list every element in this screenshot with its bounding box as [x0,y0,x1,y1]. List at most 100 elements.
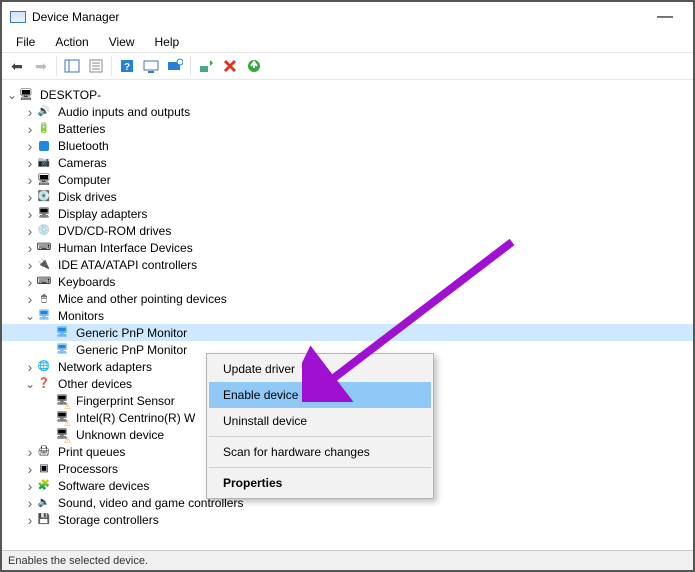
menu-help[interactable]: Help [147,33,188,51]
uninstall-button[interactable] [219,55,241,77]
menu-uninstall-device[interactable]: Uninstall device [209,408,431,434]
storage-icon [36,512,52,528]
tree-root[interactable]: DESKTOP- [2,86,693,103]
network-icon [36,359,52,375]
monitor-icon [36,308,52,324]
expand-icon[interactable] [24,447,36,457]
menubar: File Action View Help [2,32,693,52]
tree-item-display[interactable]: Display adapters [2,205,693,222]
show-hide-console-button[interactable] [61,55,83,77]
item-label: Software devices [56,479,151,493]
item-label: Computer [56,173,113,187]
collapse-icon[interactable] [24,311,36,321]
help-button[interactable]: ? [116,55,138,77]
tree-item-bluetooth[interactable]: Bluetooth [2,137,693,154]
forward-button[interactable]: ➡ [30,55,52,77]
ide-icon [36,257,52,273]
expand-icon[interactable] [24,498,36,508]
tree-item-batteries[interactable]: Batteries [2,120,693,137]
update-driver-button[interactable] [195,55,217,77]
expand-icon[interactable] [24,226,36,236]
expand-icon[interactable] [24,464,36,474]
dvd-icon [36,223,52,239]
toolbar: ⬅ ➡ ? [2,52,693,80]
software-icon [36,478,52,494]
item-label: Other devices [56,377,134,391]
menu-update-driver[interactable]: Update driver [209,356,431,382]
item-label: Mice and other pointing devices [56,292,229,306]
disk-icon [36,189,52,205]
expand-icon[interactable] [24,107,36,117]
item-label: Generic PnP Monitor [74,343,189,357]
hid-icon [36,240,52,256]
expand-icon[interactable] [24,158,36,168]
item-label: Disk drives [56,190,119,204]
camera-icon [36,155,52,171]
window-title: Device Manager [32,10,645,24]
expand-icon[interactable] [24,141,36,151]
item-label: Bluetooth [56,139,111,153]
menu-action[interactable]: Action [47,33,96,51]
expand-icon[interactable] [24,243,36,253]
expand-icon[interactable] [6,90,18,100]
tree-item-keyboards[interactable]: Keyboards [2,273,693,290]
expand-icon[interactable] [24,192,36,202]
expand-icon[interactable] [24,515,36,525]
scan-hardware-button[interactable] [140,55,162,77]
warning-device-icon [54,393,70,409]
expand-icon[interactable] [24,481,36,491]
menu-file[interactable]: File [8,33,43,51]
tree-item-mice[interactable]: Mice and other pointing devices [2,290,693,307]
item-label: Human Interface Devices [56,241,195,255]
properties-button[interactable] [85,55,107,77]
tree-item-dvd[interactable]: DVD/CD-ROM drives [2,222,693,239]
monitor-icon [54,325,70,341]
separator [209,467,431,468]
tree-item-storage[interactable]: Storage controllers [2,511,693,528]
item-label: Storage controllers [56,513,161,527]
separator [111,56,112,76]
menu-enable-device[interactable]: Enable device [209,382,431,408]
enable-button[interactable] [243,55,265,77]
tree-item-disks[interactable]: Disk drives [2,188,693,205]
monitor-icon [54,342,70,358]
expand-icon[interactable] [24,124,36,134]
collapse-icon[interactable] [24,379,36,389]
expand-icon[interactable] [24,209,36,219]
mouse-icon [36,291,52,307]
tree-item-monitors[interactable]: Monitors [2,307,693,324]
item-label: Keyboards [56,275,117,289]
separator [190,56,191,76]
add-legacy-button[interactable] [164,55,186,77]
tree-item-cameras[interactable]: Cameras [2,154,693,171]
tree-item-ide[interactable]: IDE ATA/ATAPI controllers [2,256,693,273]
expand-icon[interactable] [24,260,36,270]
tree-item-hid[interactable]: Human Interface Devices [2,239,693,256]
item-label: Batteries [56,122,107,136]
expand-icon[interactable] [24,175,36,185]
warning-device-icon [54,427,70,443]
menu-properties[interactable]: Properties [209,470,431,496]
item-label: Cameras [56,156,109,170]
menu-view[interactable]: View [101,33,143,51]
minimize-button[interactable]: — [645,8,685,26]
expand-icon[interactable] [24,277,36,287]
computer-icon [36,172,52,188]
keyboard-icon [36,274,52,290]
menu-scan-hardware[interactable]: Scan for hardware changes [209,439,431,465]
item-label: Unknown device [74,428,166,442]
expand-icon[interactable] [24,362,36,372]
sound-icon [36,495,52,511]
item-label: Monitors [56,309,106,323]
titlebar: Device Manager — [2,2,693,32]
item-label: Generic PnP Monitor [74,326,189,340]
audio-icon [36,104,52,120]
expand-icon[interactable] [24,294,36,304]
item-label: IDE ATA/ATAPI controllers [56,258,199,272]
computer-icon [18,87,34,103]
tree-item-audio[interactable]: Audio inputs and outputs [2,103,693,120]
back-button[interactable]: ⬅ [6,55,28,77]
tree-item-generic-pnp-1[interactable]: Generic PnP Monitor [2,324,693,341]
tree-item-computer[interactable]: Computer [2,171,693,188]
app-icon [10,9,26,25]
